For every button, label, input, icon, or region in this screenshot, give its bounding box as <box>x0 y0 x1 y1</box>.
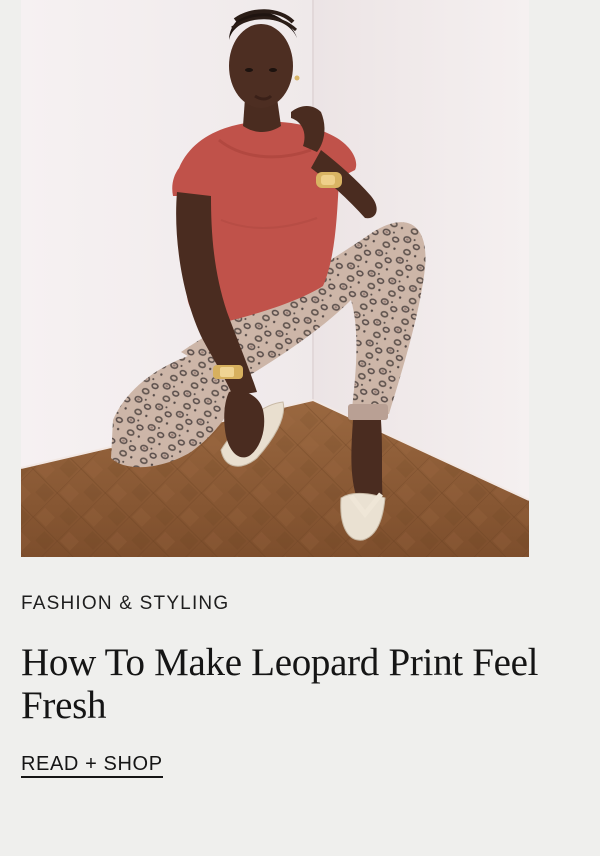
read-shop-link[interactable]: READ + SHOP <box>21 753 163 778</box>
article-headline[interactable]: How To Make Leopard Print Feel Fresh <box>21 641 541 727</box>
article-category: FASHION & STYLING <box>21 593 230 614</box>
article-photo[interactable] <box>21 0 529 557</box>
model-photo-illustration <box>21 0 529 557</box>
article-card[interactable]: FASHION & STYLING How To Make Leopard Pr… <box>0 0 600 856</box>
